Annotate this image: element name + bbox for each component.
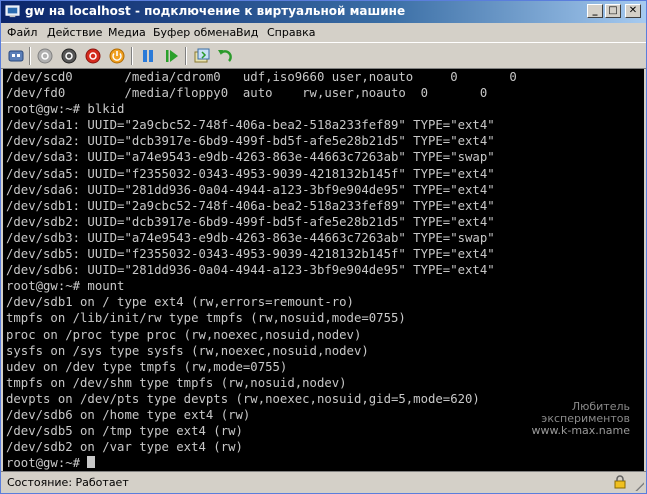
console-line: /dev/sdb1: UUID="2a9cbc52-748f-406a-bea2…	[6, 198, 495, 213]
console-line: /dev/sdb2 on /var type ext4 (rw)	[6, 440, 243, 455]
console-line: /dev/sdb1 on / type ext4 (rw,errors=remo…	[6, 295, 354, 310]
console-line: /dev/sdb2: UUID="dcb3917e-6bd9-499f-bd5f…	[6, 214, 495, 229]
shutdown-icon[interactable]	[84, 47, 102, 65]
status-text: Состояние: Работает	[7, 476, 129, 489]
menu-file[interactable]: Файл	[7, 26, 37, 39]
menu-help[interactable]: Справка	[267, 26, 315, 39]
status-bar: Состояние: Работает	[1, 471, 646, 493]
menu-bar: Файл Действие Медиа Буфер обмена Вид Спр…	[1, 23, 646, 42]
console-line: /dev/sda2: UUID="dcb3917e-6bd9-499f-bd5f…	[6, 134, 495, 149]
console-line: /dev/sdb3: UUID="a74e9543-e9db-4263-863e…	[6, 230, 495, 245]
vm-console-screen[interactable]: /dev/scd0 /media/cdrom0 udf,iso9660 user…	[3, 69, 644, 471]
pause-icon[interactable]	[139, 47, 157, 65]
power-icon[interactable]	[108, 47, 126, 65]
console-prompt: root@gw:~#	[6, 456, 88, 471]
console-prompt-line: root@gw:~#	[6, 455, 644, 471]
watermark-line3: www.k-max.name	[531, 424, 630, 437]
maximize-button[interactable]: □	[605, 4, 621, 18]
console-line: proc on /proc type proc (rw,noexec,nosui…	[6, 327, 362, 342]
vm-connection-icon	[5, 5, 20, 18]
toolbar-separator	[131, 47, 133, 65]
console-line: /dev/sda1: UUID="2a9cbc52-748f-406a-bea2…	[6, 118, 495, 133]
toolbar	[1, 42, 646, 69]
menu-clipboard[interactable]: Буфер обмена	[153, 26, 236, 39]
resize-grip[interactable]	[633, 480, 644, 491]
console-line: /dev/sda6: UUID="281dd936-0a04-4944-a123…	[6, 182, 495, 197]
console-line: sysfs on /sys type sysfs (rw,noexec,nosu…	[6, 343, 369, 358]
watermark: Любитель экспериментов www.k-max.name	[532, 401, 630, 437]
menu-action[interactable]: Действие	[47, 26, 102, 39]
console-line: /dev/fd0 /media/floppy0 auto rw,user,noa…	[6, 86, 488, 101]
console-line: tmpfs on /dev/shm type tmpfs (rw,nosuid,…	[6, 375, 347, 390]
console-line: tmpfs on /lib/init/rw type tmpfs (rw,nos…	[6, 311, 406, 326]
text-cursor	[87, 456, 96, 469]
start-icon[interactable]	[36, 47, 54, 65]
menu-view[interactable]: Вид	[236, 26, 258, 39]
toolbar-separator	[185, 47, 187, 65]
console-line: /dev/sda5: UUID="f2355032-0343-4953-9039…	[6, 166, 495, 181]
console-line: root@gw:~# blkid	[6, 102, 125, 117]
resume-icon[interactable]	[163, 47, 181, 65]
console-line: udev on /dev type tmpfs (rw,mode=0755)	[6, 359, 288, 374]
close-button[interactable]: ✕	[625, 4, 641, 18]
turn-off-icon[interactable]	[60, 47, 78, 65]
console-line: root@gw:~# mount	[6, 279, 125, 294]
console-line: /dev/sdb5: UUID="f2355032-0343-4953-9039…	[6, 247, 495, 262]
vm-connection-window: gw на localhost - подключение к виртуаль…	[0, 0, 647, 494]
menu-media[interactable]: Медиа	[108, 26, 146, 39]
lock-icon	[614, 475, 626, 489]
ctrl-alt-del-icon[interactable]	[7, 47, 25, 65]
snapshot-icon[interactable]	[193, 47, 211, 65]
revert-icon[interactable]	[216, 47, 234, 65]
console-line: /dev/scd0 /media/cdrom0 udf,iso9660 user…	[6, 70, 517, 84]
minimize-button[interactable]: _	[587, 4, 603, 18]
console-line: /dev/sda3: UUID="a74e9543-e9db-4263-863e…	[6, 150, 495, 165]
console-line: /dev/sdb6: UUID="281dd936-0a04-4944-a123…	[6, 263, 495, 278]
window-title: gw на localhost - подключение к виртуаль…	[25, 4, 406, 18]
toolbar-separator	[29, 47, 31, 65]
title-bar[interactable]: gw на localhost - подключение к виртуаль…	[1, 1, 646, 23]
